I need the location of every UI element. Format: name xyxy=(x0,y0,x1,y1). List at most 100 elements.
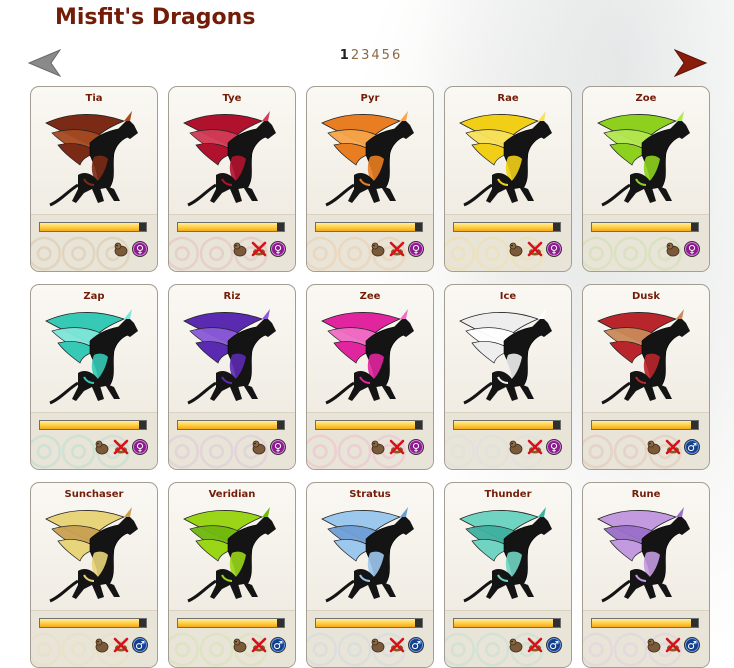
no-nest-icon[interactable] xyxy=(251,637,267,653)
familiar-icon[interactable] xyxy=(232,241,248,257)
familiar-icon[interactable] xyxy=(665,241,681,257)
dragon-status-panel: ◎◎◎ ♂ xyxy=(31,610,157,667)
familiar-icon[interactable] xyxy=(94,439,110,455)
female-icon[interactable]: ♀ xyxy=(270,241,286,257)
dragon-portrait[interactable] xyxy=(176,501,288,611)
male-icon[interactable]: ♂ xyxy=(270,637,286,653)
dragon-portrait[interactable] xyxy=(38,105,150,215)
dragon-portrait[interactable] xyxy=(38,303,150,413)
dragon-card[interactable]: Zee ◎◎◎ ♀ xyxy=(306,284,434,470)
dragon-card[interactable]: Rae ◎◎◎ ♀ xyxy=(444,86,572,272)
no-nest-icon[interactable] xyxy=(113,637,129,653)
dragon-portrait[interactable] xyxy=(176,105,288,215)
female-icon[interactable]: ♀ xyxy=(408,439,424,455)
dragon-card[interactable]: Riz ◎◎◎ ♀ xyxy=(168,284,296,470)
dragon-name[interactable]: Stratus xyxy=(307,489,433,500)
energy-bar-fill xyxy=(178,421,277,429)
dragon-portrait[interactable] xyxy=(590,501,702,611)
no-nest-icon[interactable] xyxy=(665,439,681,455)
page-link-6[interactable]: 6 xyxy=(392,48,400,63)
dragon-portrait[interactable] xyxy=(452,105,564,215)
dragon-card[interactable]: Ice ◎◎◎ ♀ xyxy=(444,284,572,470)
no-nest-icon[interactable] xyxy=(113,439,129,455)
page-link-5[interactable]: 5 xyxy=(382,48,390,63)
dragon-name[interactable]: Veridian xyxy=(169,489,295,500)
no-nest-icon[interactable] xyxy=(389,637,405,653)
familiar-icon[interactable] xyxy=(232,637,248,653)
familiar-icon[interactable] xyxy=(251,439,267,455)
familiar-icon[interactable] xyxy=(370,439,386,455)
female-icon[interactable]: ♀ xyxy=(546,241,562,257)
familiar-icon[interactable] xyxy=(94,637,110,653)
dragon-card[interactable]: Veridian ◎◎◎ ♂ xyxy=(168,482,296,668)
female-icon[interactable]: ♀ xyxy=(270,439,286,455)
page-link-3[interactable]: 3 xyxy=(361,48,369,63)
familiar-icon[interactable] xyxy=(646,637,662,653)
no-nest-icon[interactable] xyxy=(527,637,543,653)
female-icon[interactable]: ♀ xyxy=(684,241,700,257)
female-icon[interactable]: ♀ xyxy=(132,241,148,257)
dragon-portrait[interactable] xyxy=(590,303,702,413)
familiar-icon[interactable] xyxy=(508,241,524,257)
dragon-portrait[interactable] xyxy=(38,501,150,611)
male-icon[interactable]: ♂ xyxy=(132,637,148,653)
male-icon[interactable]: ♂ xyxy=(684,439,700,455)
dragon-name[interactable]: Rae xyxy=(445,93,571,104)
dragon-portrait[interactable] xyxy=(314,303,426,413)
dragon-portrait[interactable] xyxy=(452,303,564,413)
dragon-name[interactable]: Tye xyxy=(169,93,295,104)
no-nest-icon[interactable] xyxy=(527,241,543,257)
female-icon[interactable]: ♀ xyxy=(408,241,424,257)
dragon-name[interactable]: Zoe xyxy=(583,93,709,104)
dragon-card[interactable]: Sunchaser ◎◎◎ ♂ xyxy=(30,482,158,668)
dragon-name[interactable]: Zee xyxy=(307,291,433,302)
dragon-name[interactable]: Ice xyxy=(445,291,571,302)
dragon-card[interactable]: Dusk ◎◎◎ ♂ xyxy=(582,284,710,470)
dragon-portrait[interactable] xyxy=(314,105,426,215)
dragon-name[interactable]: Sunchaser xyxy=(31,489,157,500)
familiar-icon[interactable] xyxy=(370,241,386,257)
status-icons: ♀ xyxy=(232,241,286,257)
no-nest-icon[interactable] xyxy=(527,439,543,455)
dragon-name[interactable]: Tia xyxy=(31,93,157,104)
female-icon[interactable]: ♀ xyxy=(546,439,562,455)
dragon-card[interactable]: Thunder ◎◎◎ ♂ xyxy=(444,482,572,668)
dragon-name[interactable]: Dusk xyxy=(583,291,709,302)
dragon-card[interactable]: Tye ◎◎◎ ♀ xyxy=(168,86,296,272)
dragon-card[interactable]: Zap ◎◎◎ ♀ xyxy=(30,284,158,470)
page-link-2[interactable]: 2 xyxy=(351,48,359,63)
no-nest-icon[interactable] xyxy=(389,241,405,257)
familiar-icon[interactable] xyxy=(370,637,386,653)
dragon-name[interactable]: Pyr xyxy=(307,93,433,104)
dragon-card[interactable]: Tia ◎◎◎ ♀ xyxy=(30,86,158,272)
female-icon[interactable]: ♀ xyxy=(132,439,148,455)
male-icon[interactable]: ♂ xyxy=(546,637,562,653)
dragon-name[interactable]: Zap xyxy=(31,291,157,302)
page-link-4[interactable]: 4 xyxy=(371,48,379,63)
no-nest-icon[interactable] xyxy=(665,637,681,653)
dragon-status-panel: ◎◎◎ ♀ xyxy=(307,412,433,469)
no-nest-icon[interactable] xyxy=(251,241,267,257)
familiar-icon[interactable] xyxy=(646,439,662,455)
familiar-icon[interactable] xyxy=(508,439,524,455)
no-nest-icon[interactable] xyxy=(389,439,405,455)
familiar-icon[interactable] xyxy=(113,241,129,257)
dragon-card[interactable]: Rune ◎◎◎ ♂ xyxy=(582,482,710,668)
dragon-name[interactable]: Thunder xyxy=(445,489,571,500)
dragon-portrait[interactable] xyxy=(176,303,288,413)
dragon-card[interactable]: Zoe ◎◎◎ ♀ xyxy=(582,86,710,272)
male-icon[interactable]: ♂ xyxy=(408,637,424,653)
dragon-status-panel: ◎◎◎ ♀ xyxy=(31,412,157,469)
dragon-name[interactable]: Riz xyxy=(169,291,295,302)
dragon-card[interactable]: Pyr ◎◎◎ ♀ xyxy=(306,86,434,272)
dragon-portrait[interactable] xyxy=(452,501,564,611)
familiar-icon[interactable] xyxy=(508,637,524,653)
dragon-portrait[interactable] xyxy=(590,105,702,215)
dragon-status-panel: ◎◎◎ ♀ xyxy=(169,214,295,271)
dragon-portrait[interactable] xyxy=(314,501,426,611)
page-link-1[interactable]: 1 xyxy=(340,48,349,63)
dragon-name[interactable]: Rune xyxy=(583,489,709,500)
pagination: 123456 xyxy=(0,48,734,63)
male-icon[interactable]: ♂ xyxy=(684,637,700,653)
dragon-card[interactable]: Stratus ◎◎◎ ♂ xyxy=(306,482,434,668)
